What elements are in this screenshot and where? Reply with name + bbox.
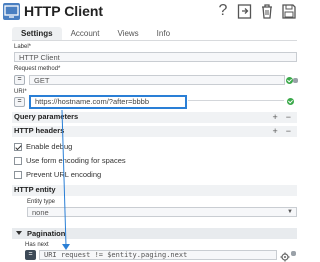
annotation-arrow	[61, 109, 70, 250]
